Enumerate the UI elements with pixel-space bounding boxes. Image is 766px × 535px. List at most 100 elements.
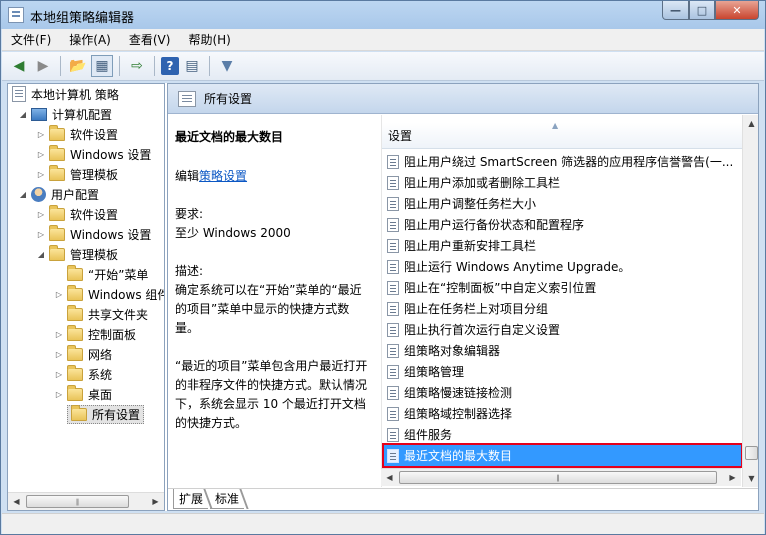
filter-icon[interactable]: ▼ (216, 55, 238, 77)
expand-icon[interactable]: ▷ (36, 230, 46, 239)
expand-icon[interactable]: ▷ (54, 290, 64, 299)
list-item[interactable]: 阻止执行首次运行自定义设置 (384, 319, 741, 340)
minimize-button[interactable]: — (662, 1, 689, 20)
expand-icon[interactable]: ▷ (36, 130, 46, 139)
tree-node-label: 桌面 (88, 387, 113, 402)
expand-icon[interactable]: ▷ (36, 170, 46, 179)
sort-up-icon: ▲ (552, 121, 559, 130)
tree-node-windows-settings-2[interactable]: ▷ Windows 设置 (36, 224, 151, 244)
scroll-left-icon[interactable]: ◀ (381, 469, 398, 486)
menu-help[interactable]: 帮助(H) (179, 31, 239, 48)
tree-node-system[interactable]: ▷ 系统 (54, 364, 112, 384)
list-item[interactable]: 阻止用户绕过 SmartScreen 筛选器的应用程序信誉警告(一... (384, 151, 741, 172)
back-icon[interactable]: ◀ (8, 55, 30, 77)
expand-icon[interactable]: ▷ (36, 210, 46, 219)
expand-icon[interactable]: ▷ (54, 390, 64, 399)
scroll-right-icon[interactable]: ▶ (147, 493, 164, 510)
export-icon[interactable]: ⇨ (126, 55, 148, 77)
tree-node-label: 网络 (88, 347, 113, 362)
folder-icon (67, 304, 83, 321)
list-item[interactable]: 组件服务 (384, 424, 741, 445)
tree-node-admin-templates-2[interactable]: ◢ 管理模板 (36, 244, 118, 264)
scroll-right-icon[interactable]: ▶ (724, 469, 741, 486)
folder-icon (67, 324, 83, 341)
up-folder-icon[interactable]: 📂 (67, 55, 89, 77)
list-item[interactable]: 组策略慢速链接检测 (384, 382, 741, 403)
properties-icon[interactable]: ▤ (181, 55, 203, 77)
menu-file[interactable]: 文件(F) (2, 31, 60, 48)
scroll-up-icon[interactable]: ▲ (743, 115, 758, 132)
tree-node-label: 共享文件夹 (88, 307, 149, 322)
scroll-left-icon[interactable]: ◀ (8, 493, 25, 510)
expand-icon[interactable]: ▷ (54, 370, 64, 379)
close-button[interactable]: ✕ (715, 1, 759, 20)
list-item[interactable]: 阻止在“控制面板”中自定义索引位置 (384, 277, 741, 298)
edit-policy-link[interactable]: 策略设置 (199, 169, 247, 183)
policy-setting-icon (387, 427, 399, 442)
list-item[interactable]: 阻止用户添加或者删除工具栏 (384, 172, 741, 193)
scroll-thumb[interactable]: ∥ (26, 495, 129, 508)
tree-horizontal-scrollbar[interactable]: ◀ ∥ ▶ (8, 492, 164, 510)
list-item[interactable]: 阻止运行 Windows Anytime Upgrade。 (384, 256, 741, 277)
expand-icon[interactable]: ▷ (54, 350, 64, 359)
show-tree-icon[interactable]: ▦ (91, 55, 113, 77)
tree-node-root[interactable]: 本地计算机 策略 (12, 84, 119, 104)
policy-setting-icon (387, 196, 399, 211)
tree-node-software-settings-2[interactable]: ▷ 软件设置 (36, 204, 118, 224)
expand-icon[interactable]: ▷ (54, 330, 64, 339)
maximize-button[interactable]: □ (689, 1, 715, 20)
scroll-down-icon[interactable]: ▼ (743, 470, 758, 487)
policy-setting-icon (387, 301, 399, 316)
tree-node-shared-folders[interactable]: 共享文件夹 (54, 304, 148, 324)
tree-node-windows-settings-1[interactable]: ▷ Windows 设置 (36, 144, 151, 164)
requirements-label: 要求: (175, 207, 204, 221)
folder-icon (67, 344, 83, 361)
collapse-icon[interactable]: ◢ (36, 250, 46, 259)
tree-node-software-settings-1[interactable]: ▷ 软件设置 (36, 124, 118, 144)
tree-node-windows-components[interactable]: ▷ Windows 组件 (54, 284, 164, 304)
expand-icon[interactable]: ▷ (36, 150, 46, 159)
tree-node-computer-config[interactable]: ◢ 计算机配置 (18, 104, 112, 124)
column-header-setting[interactable]: ▲ 设置 (382, 121, 742, 149)
tree-node-network[interactable]: ▷ 网络 (54, 344, 112, 364)
tree-node-label: 软件设置 (70, 127, 119, 142)
folder-icon (49, 224, 65, 241)
list-item-label: 组策略对象编辑器 (404, 344, 501, 358)
folder-icon (67, 284, 83, 301)
forward-icon[interactable]: ▶ (32, 55, 54, 77)
tree-node-desktop[interactable]: ▷ 桌面 (54, 384, 112, 404)
app-window: 本地组策略编辑器 — □ ✕ 文件(F) 操作(A) 查看(V) 帮助(H) ◀… (0, 0, 766, 535)
list-vertical-scrollbar[interactable]: ▲ ▼ (742, 115, 758, 487)
policy-document-icon (12, 86, 26, 102)
tab-extended[interactable]: 扩展 (173, 489, 209, 509)
scroll-thumb[interactable] (745, 446, 758, 461)
scroll-thumb[interactable]: ∥ (399, 471, 717, 484)
list-item[interactable]: 阻止用户运行备份状态和配置程序 (384, 214, 741, 235)
list-item[interactable]: 最近文档的最大数目 (382, 443, 743, 468)
list-horizontal-scrollbar[interactable]: ◀ ∥ ▶ (381, 468, 741, 486)
list-item[interactable]: 组策略管理 (384, 361, 741, 382)
tree-node-all-settings[interactable]: 所有设置 (54, 404, 145, 424)
menu-action[interactable]: 操作(A) (60, 31, 120, 48)
description-label: 描述: (175, 264, 204, 278)
tree-node-control-panel[interactable]: ▷ 控制面板 (54, 324, 136, 344)
folder-icon (49, 124, 65, 141)
list-item[interactable]: 组策略对象编辑器 (384, 340, 741, 361)
computer-icon (31, 107, 47, 121)
collapse-icon[interactable]: ◢ (18, 190, 28, 199)
list-item-label: 组策略管理 (404, 365, 465, 379)
folder-icon (49, 244, 65, 261)
settings-folder-icon (178, 90, 196, 107)
help-icon[interactable]: ? (161, 57, 179, 75)
collapse-icon[interactable]: ◢ (18, 110, 28, 119)
list-item[interactable]: 阻止在任务栏上对项目分组 (384, 298, 741, 319)
list-item[interactable]: 组策略域控制器选择 (384, 403, 741, 424)
tree-node-start-menu[interactable]: “开始”菜单 (54, 264, 148, 284)
tree-node-admin-templates-1[interactable]: ▷ 管理模板 (36, 164, 118, 184)
list-item[interactable]: 阻止用户重新安排工具栏 (384, 235, 741, 256)
tab-standard[interactable]: 标准 (210, 489, 245, 509)
tree-node-user-config[interactable]: ◢ 用户配置 (18, 184, 99, 204)
list-item[interactable]: 阻止用户调整任务栏大小 (384, 193, 741, 214)
menu-view[interactable]: 查看(V) (120, 31, 180, 48)
toolbar: ◀ ▶ 📂 ▦ ⇨ ? ▤ ▼ (2, 52, 764, 81)
